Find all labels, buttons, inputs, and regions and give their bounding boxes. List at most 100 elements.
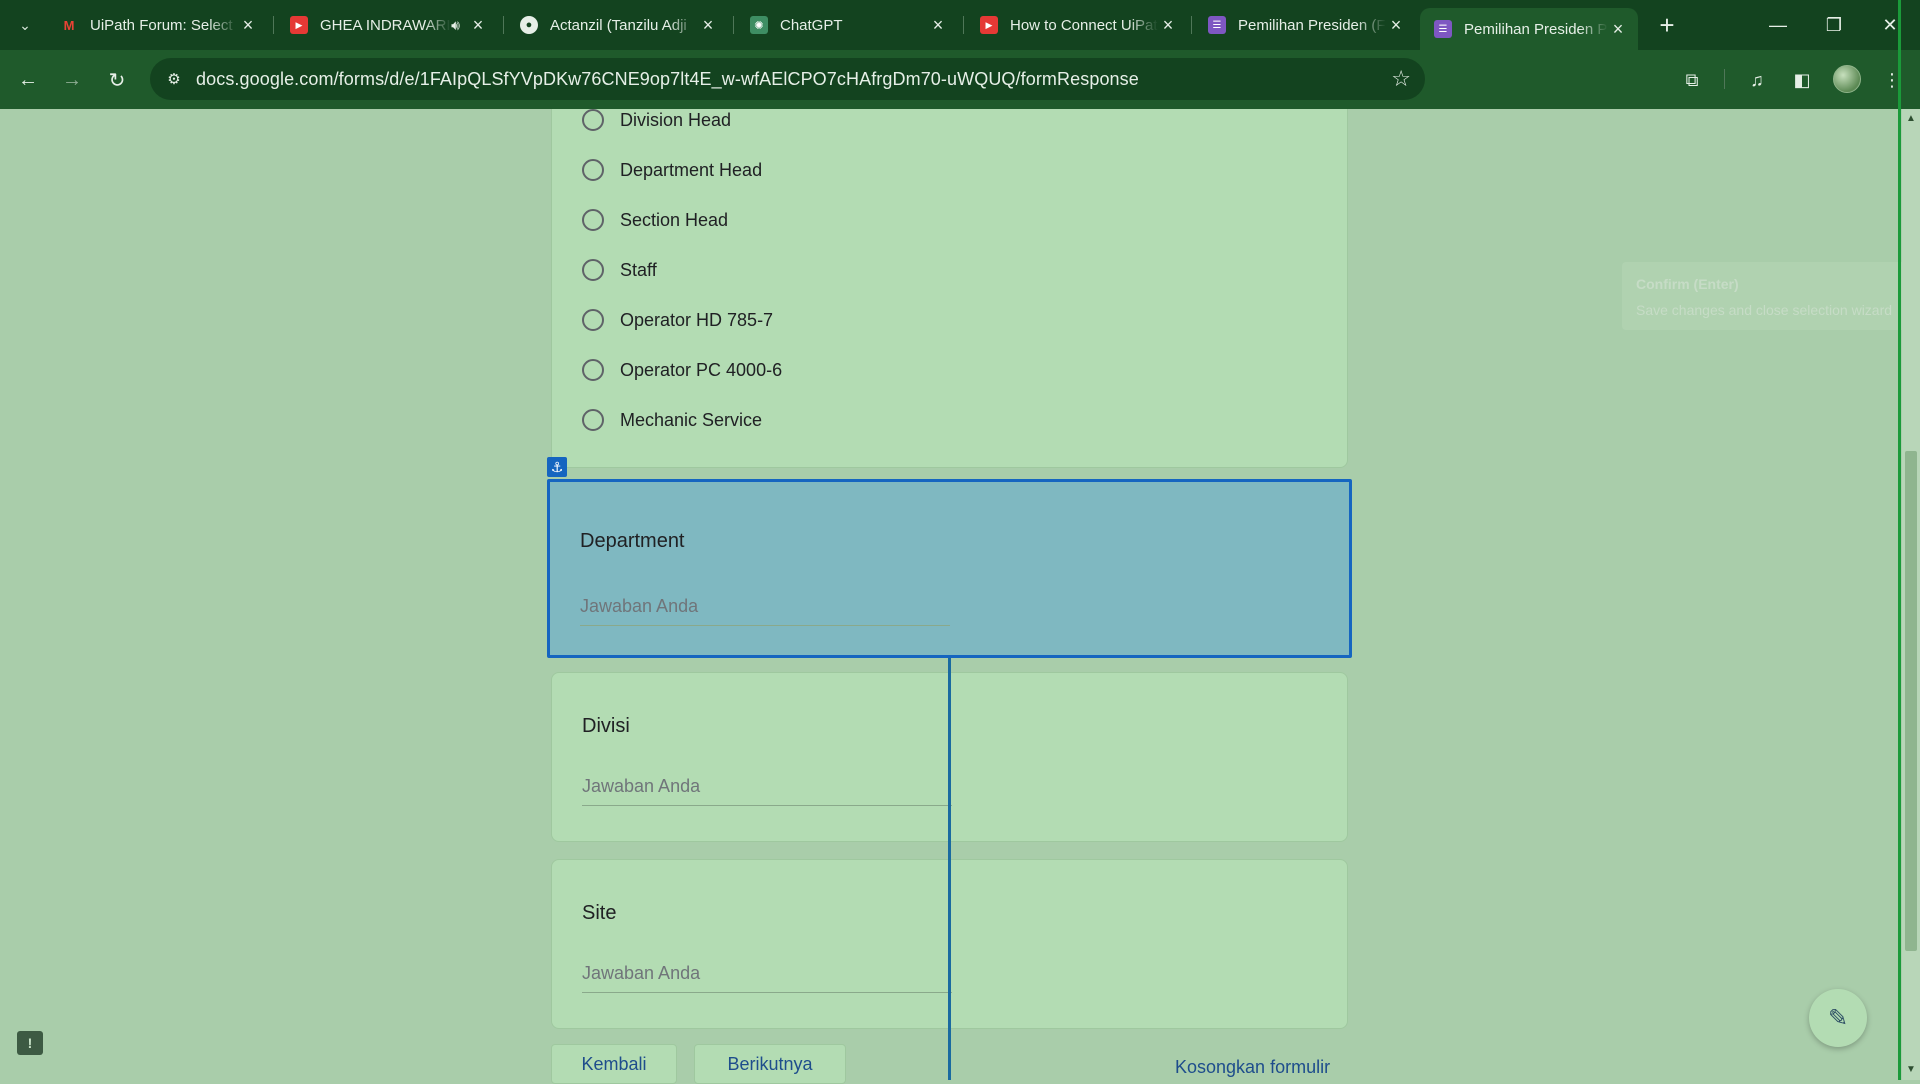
question-title: Site — [582, 902, 617, 924]
scroll-up-icon[interactable]: ▲ — [1906, 113, 1916, 124]
close-tab-icon[interactable]: × — [1158, 15, 1178, 36]
tab-divider — [503, 16, 504, 34]
radio-button[interactable] — [582, 359, 604, 381]
google-forms-icon: ☰ — [1208, 16, 1226, 34]
minimize-button[interactable]: — — [1750, 0, 1806, 50]
next-form-button[interactable]: Berikutnya — [694, 1044, 846, 1084]
department-answer-input[interactable]: Jawaban Anda — [580, 596, 950, 626]
browser-tab[interactable]: ● Actanzil (Tanzilu Adji × — [506, 6, 728, 44]
close-tab-icon[interactable]: × — [698, 15, 718, 36]
plus-icon: + — [1659, 9, 1675, 40]
tooltip-text: Save changes and close selection wizard — [1636, 302, 1893, 318]
browser-tab[interactable]: ☰ Pemilihan Presiden (F × — [1194, 6, 1416, 44]
radio-button[interactable] — [582, 109, 604, 131]
radio-button[interactable] — [582, 409, 604, 431]
anchor-icon[interactable]: ⚓︎ — [547, 457, 567, 477]
profile-avatar[interactable] — [1833, 65, 1861, 93]
address-bar[interactable]: ⚙︎ docs.google.com/forms/d/e/1FAIpQLSfYV… — [150, 58, 1425, 100]
close-tab-icon[interactable]: × — [238, 15, 258, 36]
more-menu-icon[interactable]: ⋮ — [1876, 64, 1908, 96]
tab-divider — [733, 16, 734, 34]
divisi-answer-input[interactable]: Jawaban Anda — [582, 776, 952, 806]
chatgpt-icon: ✺ — [750, 16, 768, 34]
confirm-tooltip: Confirm (Enter) Save changes and close s… — [1622, 262, 1902, 330]
tab-title: ChatGPT — [780, 16, 843, 34]
youtube-icon: ▶ — [980, 16, 998, 34]
tab-title: Pemilihan Presiden (F — [1238, 16, 1386, 34]
back-form-button[interactable]: Kembali — [551, 1044, 677, 1084]
browser-tab[interactable]: ▶ How to Connect UiPath × — [966, 6, 1188, 44]
page-scrollbar[interactable]: ▲ ▼ — [1902, 109, 1920, 1080]
tab-title: How to Connect UiPath — [1010, 16, 1158, 34]
department-question-card[interactable]: Department Jawaban Anda — [547, 479, 1352, 658]
browser-tab-active[interactable]: ☰ Pemilihan Presiden P × — [1420, 8, 1638, 50]
tab-title: GHEA INDRAWARI — [320, 16, 451, 34]
pencil-icon: ✎ — [1827, 1004, 1849, 1032]
window-edge — [1898, 0, 1901, 1080]
tooltip-title: Confirm (Enter) — [1636, 276, 1739, 292]
tab-divider — [1191, 16, 1192, 34]
github-icon: ● — [520, 16, 538, 34]
scroll-down-icon[interactable]: ▼ — [1906, 1064, 1916, 1075]
selection-guide-line — [948, 658, 951, 1080]
option-label: Staff — [620, 259, 657, 280]
question-title: Divisi — [582, 715, 630, 737]
radio-option[interactable]: Section Head — [582, 205, 728, 235]
option-label: Department Head — [620, 159, 763, 180]
close-tab-icon[interactable]: × — [928, 15, 948, 36]
site-answer-input[interactable]: Jawaban Anda — [582, 963, 952, 993]
toolbar-divider — [1724, 69, 1725, 89]
option-label: Section Head — [620, 209, 729, 230]
radio-button[interactable] — [582, 309, 604, 331]
arrow-left-icon: ← — [18, 68, 38, 91]
question-title: Department — [580, 530, 685, 552]
tab-title: Pemilihan Presiden P — [1464, 20, 1608, 38]
bookmark-star-icon[interactable]: ☆ — [1391, 66, 1411, 92]
option-label: Mechanic Service — [620, 409, 763, 430]
clear-form-link[interactable]: Kosongkan formulir — [1175, 1057, 1330, 1078]
google-forms-icon: ☰ — [1434, 20, 1452, 38]
reload-button[interactable]: ↻ — [101, 64, 133, 96]
media-control-icon[interactable]: ♫ — [1741, 64, 1773, 96]
radio-option[interactable]: Division Head — [582, 109, 731, 135]
close-tab-icon[interactable]: × — [1386, 15, 1406, 36]
radio-button[interactable] — [582, 259, 604, 281]
scrollbar-thumb[interactable] — [1905, 451, 1917, 951]
tab-search-button[interactable]: ⌄ — [10, 10, 40, 40]
radio-option[interactable]: Mechanic Service — [582, 405, 762, 435]
option-label: Division Head — [620, 109, 732, 130]
feedback-icon[interactable]: ! — [17, 1031, 43, 1055]
browser-tab[interactable]: ▶ GHEA INDRAWARI 🔊︎ × — [276, 6, 498, 44]
radio-button[interactable] — [582, 209, 604, 231]
tab-divider — [273, 16, 274, 34]
tab-title: UiPath Forum: Select — [90, 16, 233, 34]
option-label: Operator PC 4000-6 — [620, 359, 783, 380]
radio-option[interactable]: Operator PC 4000-6 — [582, 355, 782, 385]
browser-tab[interactable]: ✺ ChatGPT × — [736, 6, 958, 44]
restore-button[interactable]: ❐ — [1806, 0, 1862, 50]
back-button[interactable]: ← — [12, 64, 44, 96]
forward-button[interactable]: → — [56, 64, 88, 96]
browser-tab[interactable]: M UiPath Forum: Select × — [46, 6, 268, 44]
minimize-icon: — — [1769, 14, 1787, 35]
gmail-icon: M — [63, 17, 75, 33]
speaker-icon[interactable]: 🔊︎ — [451, 17, 460, 34]
new-tab-button[interactable]: + — [1652, 10, 1682, 40]
radio-option[interactable]: Department Head — [582, 155, 762, 185]
edit-fab[interactable]: ✎ — [1809, 989, 1867, 1047]
close-icon: ✕ — [1882, 14, 1898, 35]
radio-button[interactable] — [582, 159, 604, 181]
radio-option[interactable]: Staff — [582, 255, 657, 285]
extensions-icon[interactable]: ⧉ — [1676, 64, 1708, 96]
tab-divider — [963, 16, 964, 34]
tab-strip: ⌄ M UiPath Forum: Select × ▶ GHEA INDRAW… — [0, 0, 1920, 50]
close-tab-icon[interactable]: × — [468, 15, 488, 36]
site-settings-icon[interactable]: ⚙︎ — [162, 67, 186, 91]
youtube-icon: ▶ — [290, 16, 308, 34]
job-question-card: Division Head Department Head Section He… — [551, 109, 1348, 468]
option-label: Operator HD 785-7 — [620, 309, 774, 330]
close-tab-icon[interactable]: × — [1608, 19, 1628, 40]
close-window-button[interactable]: ✕ — [1862, 0, 1918, 50]
side-panel-icon[interactable]: ◧ — [1786, 64, 1818, 96]
radio-option[interactable]: Operator HD 785-7 — [582, 305, 773, 335]
